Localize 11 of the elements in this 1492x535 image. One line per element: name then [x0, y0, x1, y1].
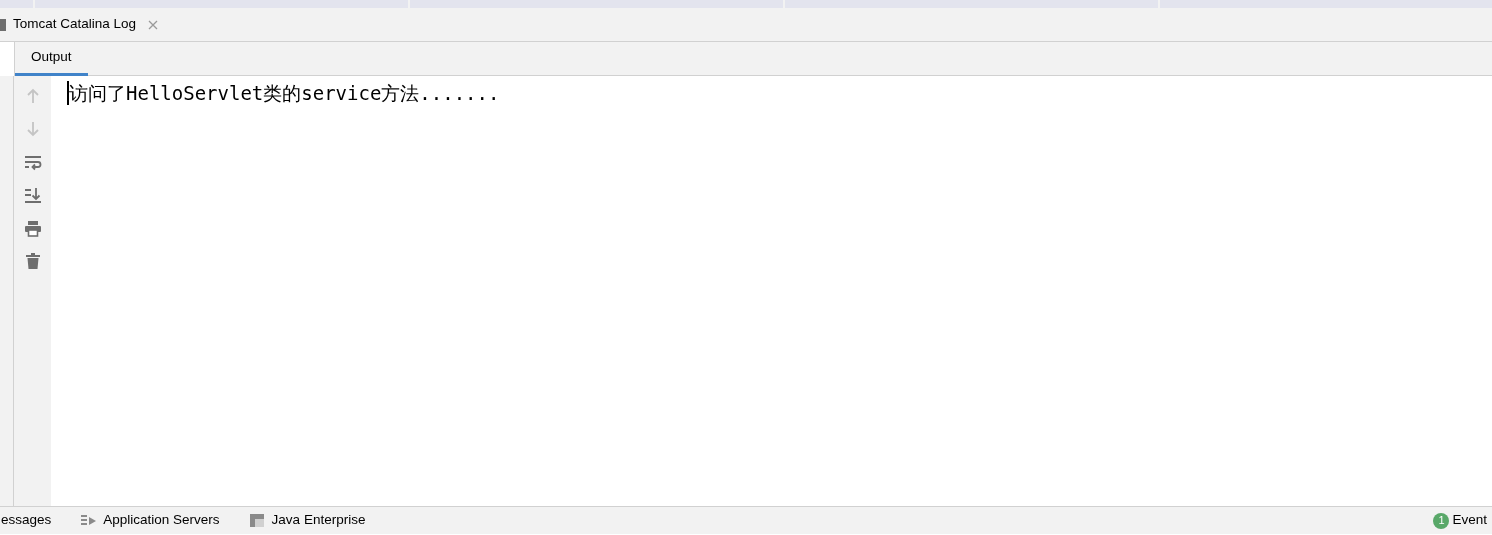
event-log-button[interactable]: Event — [1452, 510, 1487, 531]
log-line: 访问了HelloServlet类的service方法....... — [67, 81, 500, 105]
tool-window-button[interactable]: essages — [1, 510, 52, 531]
enterprise-icon — [249, 513, 266, 528]
tool-window-title[interactable]: Tomcat Catalina Log — [13, 14, 137, 35]
close-icon[interactable] — [148, 19, 159, 30]
servers-icon — [81, 513, 98, 528]
event-count-badge: 1 — [1433, 512, 1450, 529]
tool-window-button[interactable]: Application Servers — [81, 510, 220, 531]
log-icon — [0, 18, 6, 31]
tool-window-button[interactable]: Java Enterprise — [249, 510, 366, 531]
